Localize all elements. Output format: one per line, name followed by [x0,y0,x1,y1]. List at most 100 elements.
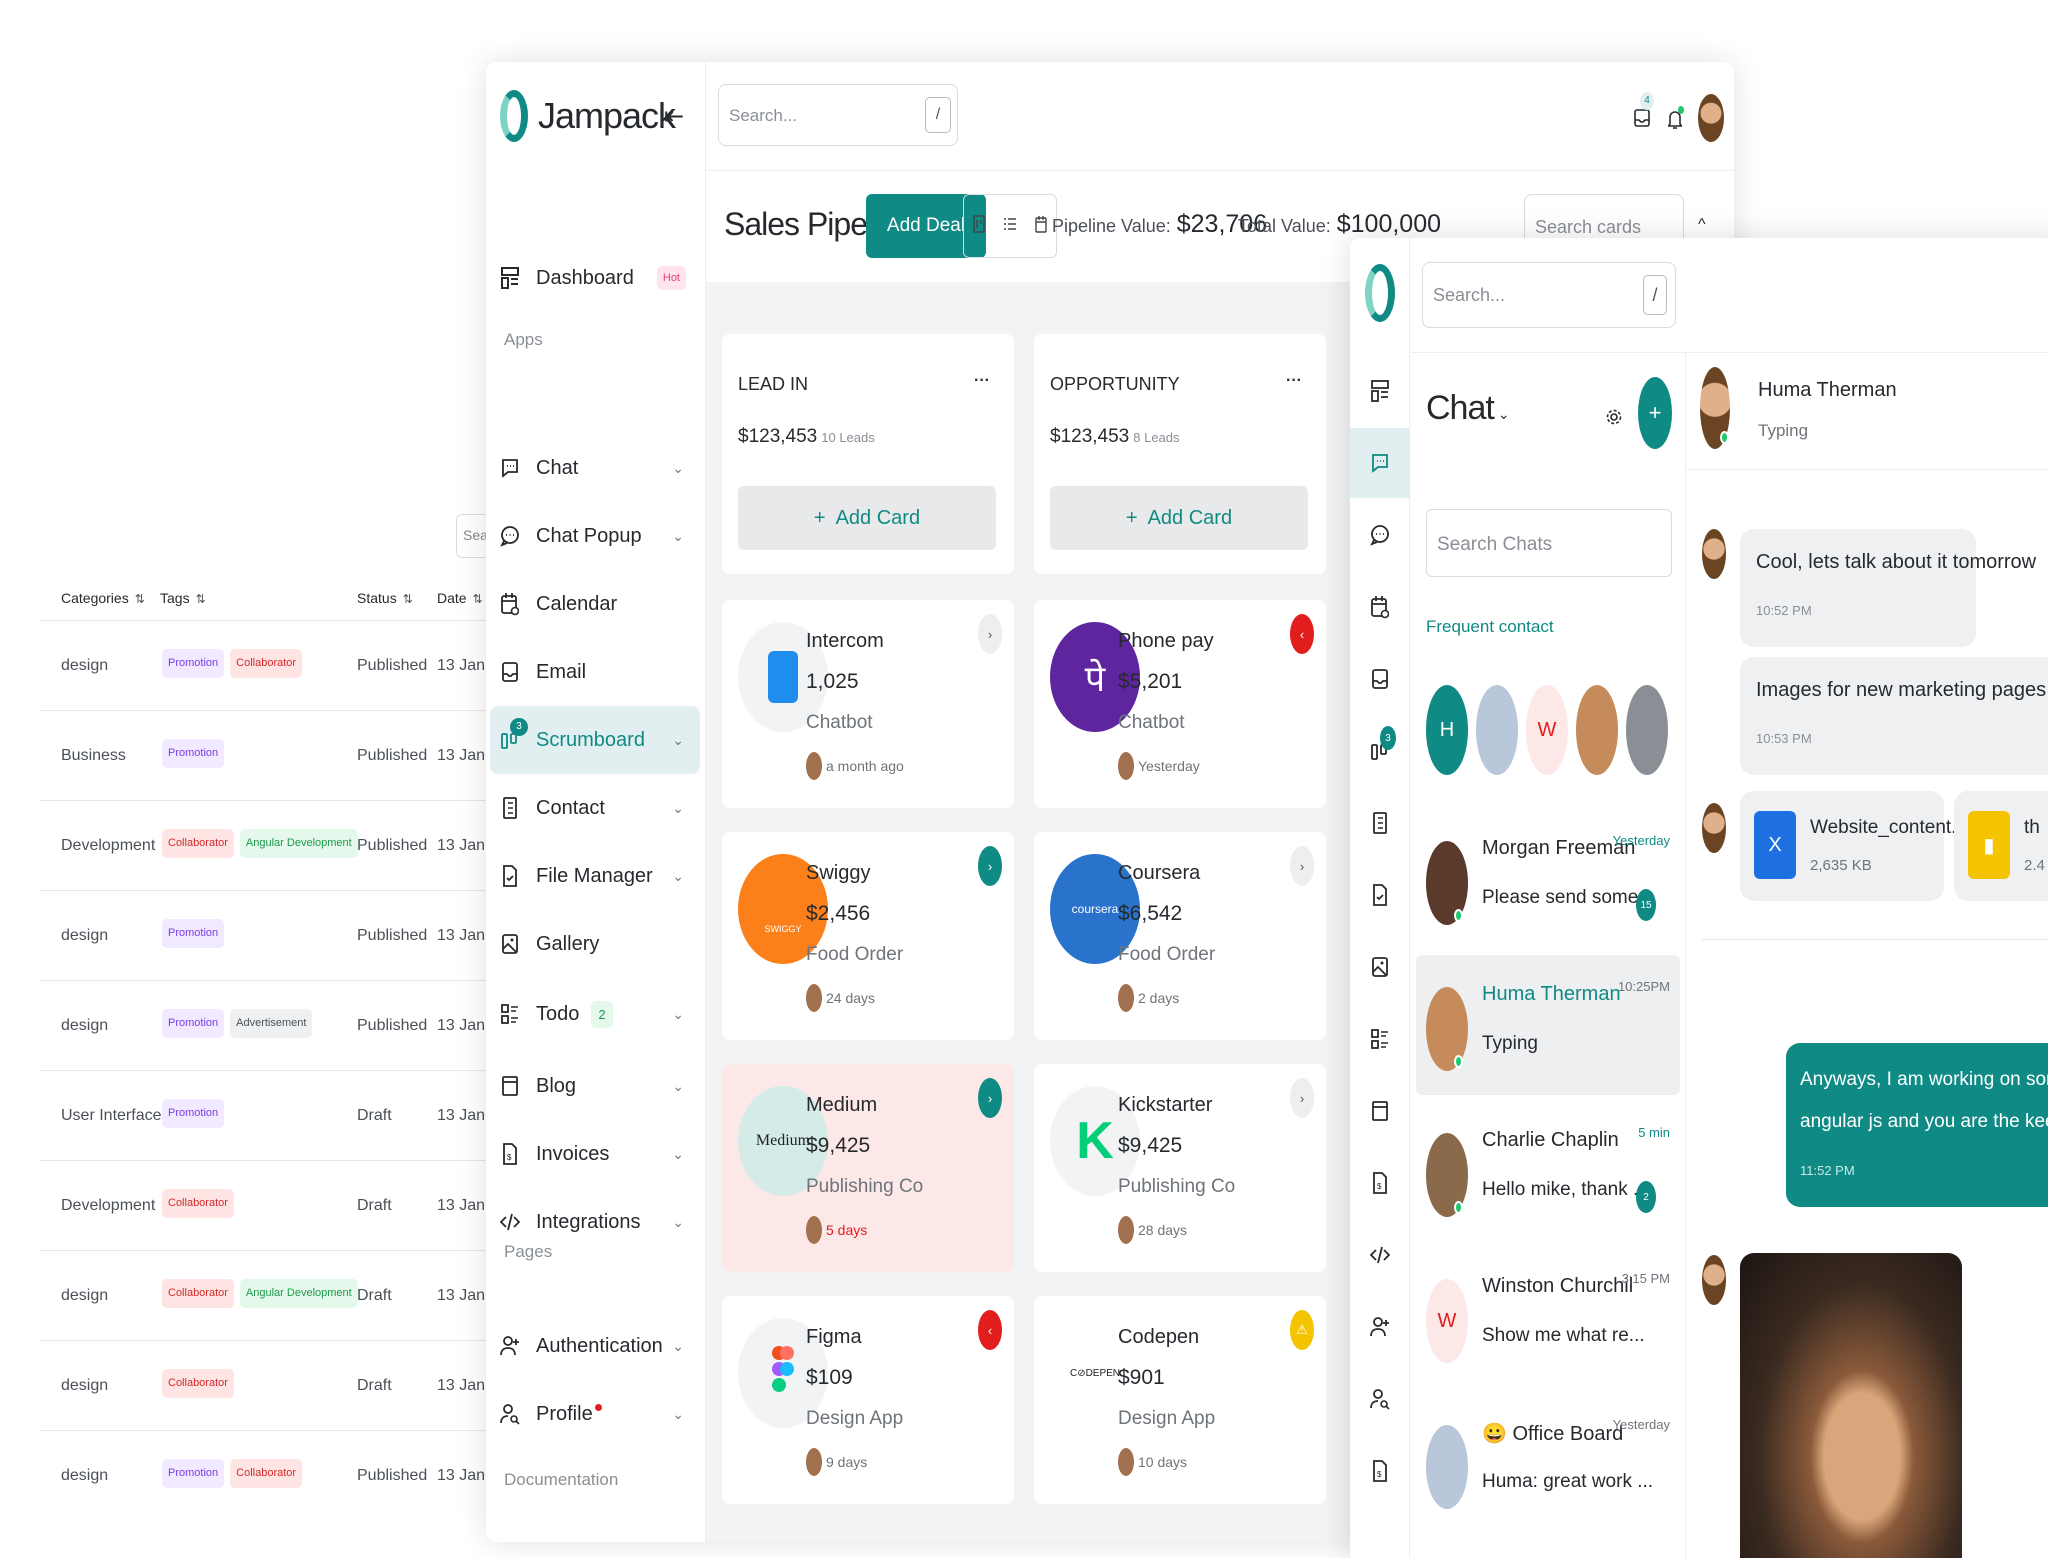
gear-icon[interactable] [1606,405,1622,434]
chevron-right-icon[interactable]: › [978,1078,1002,1118]
rail-code-icon[interactable] [1350,1220,1410,1290]
rail-chat-square-icon[interactable] [1350,428,1410,498]
sidebar-item-dashboard[interactable]: Dashboard Hot [490,244,700,312]
chat-list-item[interactable]: Morgan Freeman Please send some... Yesterd… [1416,809,1680,949]
logo-ring-icon[interactable] [1365,264,1395,322]
chevron-down-icon[interactable]: ⌄ [672,1338,684,1355]
list-view-icon[interactable] [1003,216,1016,237]
chevron-down-icon[interactable]: ⌄ [672,528,684,545]
chevron-left-icon[interactable]: ‹ [978,1310,1002,1350]
col-header-date[interactable]: Date ⇅ [437,590,483,606]
chat-list-item[interactable]: 😀 Office Board Huma: great work ... Yester… [1416,1393,1680,1533]
rail-scrumboard-icon[interactable]: 3 [1350,716,1410,786]
table-row[interactable]: design Promotion Collaborator Published 13 J… [40,1430,520,1520]
col-header-status[interactable]: Status ⇅ [357,590,413,606]
sort-icon[interactable]: ⇅ [196,592,206,606]
chevron-down-icon[interactable]: ⌄ [672,868,684,885]
warning-icon[interactable]: ⚠ [1290,1310,1314,1350]
rail-user-plus-icon[interactable] [1350,1292,1410,1362]
sort-icon[interactable]: ⇅ [403,592,413,606]
chevron-down-icon[interactable]: ⌄ [672,1214,684,1231]
add-card-button[interactable]: + Add Card [1050,486,1308,550]
collapse-sidebar-icon[interactable]: ⇤ [664,102,684,131]
rail-list-details-icon[interactable] [1350,1004,1410,1074]
table-row[interactable]: Business Promotion Published 13 Jan, 20 [40,710,520,800]
sidebar-item-blog[interactable]: Blog ⌄ [490,1052,700,1120]
chevron-down-icon[interactable]: ⌄ [672,1006,684,1023]
deal-card[interactable]: C⊘DEPEN Codepen $901 Design App 10 days ⚠ [1034,1296,1326,1504]
col-header-tags[interactable]: Tags ⇅ [160,590,206,606]
sidebar-item-chat[interactable]: Chat ⌄ [490,434,700,502]
deal-card[interactable]: Medium Medium $9,425 Publishing Co 5 days › [722,1064,1014,1272]
file-attachment[interactable]: ▮ th 2.4 [1954,791,2048,901]
chat-global-search-input[interactable]: Search... / [1422,262,1676,328]
sidebar-item-todo[interactable]: Todo 2 ⌄ [490,980,700,1048]
search-chats-input[interactable]: Search Chats [1426,509,1672,577]
bell-icon[interactable] [1666,106,1684,137]
rail-chat-bubble-icon[interactable] [1350,500,1410,570]
sort-icon[interactable]: ⇅ [135,592,145,606]
table-row[interactable]: design Promotion Published 13 Jan, 20 [40,890,520,980]
chevron-down-icon[interactable]: ⌄ [672,800,684,817]
deal-card[interactable]: coursera Coursera $6,542 Food Order 2 days › [1034,832,1326,1040]
add-card-button[interactable]: + Add Card [738,486,996,550]
rail-invoice-icon[interactable]: $ [1350,1148,1410,1218]
sidebar-item-gallery[interactable]: Gallery [490,910,700,978]
file-attachment[interactable]: X Website_content.xls 2,635 KB [1740,791,1980,901]
chevron-down-icon[interactable]: ⌄ [672,1406,684,1423]
chevron-right-icon[interactable]: › [978,846,1002,886]
sidebar-item-contact[interactable]: Contact ⌄ [490,774,700,842]
sort-icon[interactable]: ⇅ [473,592,483,606]
board-view-icon[interactable] [973,214,986,238]
chat-list-item[interactable]: Charlie Chaplin Hello mike, thank ... 5 mi… [1416,1101,1680,1241]
rail-photo-icon[interactable] [1350,932,1410,1002]
frequent-contact-avatar[interactable]: W [1526,685,1568,775]
sidebar-item-scrumboard[interactable]: 3 Scrumboard ⌄ [490,706,700,774]
rail-contact-book-icon[interactable] [1350,788,1410,858]
deal-card[interactable]: Intercom 1,025 Chatbot a month ago › [722,600,1014,808]
chevron-up-icon[interactable]: ^ [1698,216,1706,234]
sidebar-item-calendar[interactable]: Calendar [490,570,700,638]
chevron-left-icon[interactable]: ‹ [1290,614,1314,654]
chevron-right-icon[interactable]: › [1290,1078,1314,1118]
sidebar-item-email[interactable]: Email [490,638,700,706]
deal-card[interactable]: Figma $109 Design App 9 days ‹ [722,1296,1014,1504]
global-search-input[interactable]: Search... / [718,84,958,146]
chat-list-item[interactable]: Huma Therman Typing 10:25PM [1416,955,1680,1095]
rail-invoice-icon[interactable]: $ [1350,1436,1410,1506]
sidebar-item-authentication[interactable]: Authentication ⌄ [490,1312,700,1380]
table-row[interactable]: User Interface Promotion Draft 13 Jan, 20 [40,1070,520,1160]
frequent-contact-avatar[interactable]: H [1426,685,1468,775]
image-attachment[interactable] [1740,1253,1962,1558]
user-avatar[interactable] [1698,94,1724,142]
more-options-icon[interactable]: ··· [1286,372,1302,390]
chevron-down-icon[interactable]: ⌄ [672,460,684,477]
rail-blog-icon[interactable] [1350,1076,1410,1146]
calendar-view-icon[interactable] [1034,215,1047,238]
rail-user-search-icon[interactable] [1350,1364,1410,1434]
sidebar-item-chat-popup[interactable]: Chat Popup ⌄ [490,502,700,570]
frequent-contact-avatar[interactable] [1476,685,1518,775]
chat-title-dropdown[interactable]: Chat ⌄ [1426,389,1510,428]
chat-list-item[interactable]: W Winston Churchil Show me what re... 3:15 … [1416,1247,1680,1387]
chevron-right-icon[interactable]: › [978,614,1002,654]
chevron-down-icon[interactable]: ⌄ [672,1078,684,1095]
more-options-icon[interactable]: ··· [974,372,990,390]
chevron-right-icon[interactable]: › [1290,846,1314,886]
deal-card[interactable]: K Kickstarter $9,425 Publishing Co 28 days › [1034,1064,1326,1272]
table-row[interactable]: Development Collaborator Angular Developme… [40,800,520,890]
table-row[interactable]: design Promotion Collaborator Published 13 J… [40,620,520,710]
frequent-contact-avatar[interactable] [1576,685,1618,775]
rail-file-check-icon[interactable] [1350,860,1410,930]
table-row[interactable]: design Promotion Advertisement Published 13 … [40,980,520,1070]
table-row[interactable]: Development Collaborator Draft 13 Jan, 20 [40,1160,520,1250]
frequent-contact-avatar[interactable] [1626,685,1668,775]
brand-logo[interactable]: Jampack [500,90,676,142]
chevron-down-icon[interactable]: ⌄ [672,1146,684,1163]
new-chat-button[interactable]: + [1638,377,1672,449]
rail-calendar-icon[interactable] [1350,572,1410,642]
table-row[interactable]: design Collaborator Draft 13 Jan, 20 [40,1340,520,1430]
deal-card[interactable]: SWIGGY Swiggy $2,456 Food Order 24 days › [722,832,1014,1040]
deal-card[interactable]: पे Phone pay $5,201 Chatbot Yesterday ‹ [1034,600,1326,808]
table-row[interactable]: design Collaborator Angular Development Dra… [40,1250,520,1340]
